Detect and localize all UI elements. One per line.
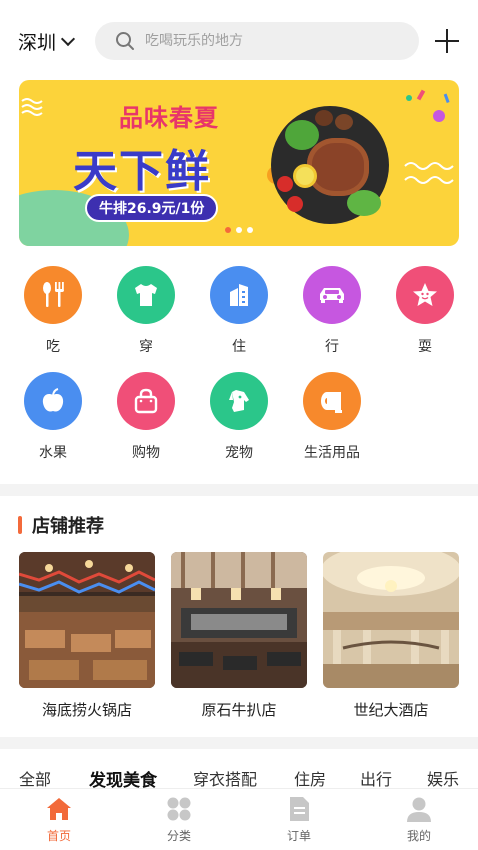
chevron-down-icon: [60, 31, 76, 47]
category-wear[interactable]: 穿: [106, 266, 186, 356]
city-label: 深圳: [18, 32, 57, 54]
tab-housing[interactable]: 住房: [294, 766, 326, 790]
tab-orders[interactable]: 订单: [259, 795, 339, 844]
grid-icon: [165, 795, 193, 823]
tab-fashion[interactable]: 穿衣搭配: [193, 766, 257, 790]
tab-all[interactable]: 全部: [19, 766, 51, 790]
carousel-indicator: [225, 227, 253, 233]
fork-spoon-icon: [24, 266, 82, 324]
filter-tabs: 全部 发现美食 穿衣搭配 住房 出行 娱乐: [0, 762, 478, 791]
section-title: 店铺推荐: [32, 516, 104, 537]
store-photo: [171, 552, 307, 688]
category-label: 行: [325, 339, 339, 355]
tab-label: 我的: [406, 829, 431, 843]
store-card[interactable]: 原石牛扒店: [171, 552, 307, 720]
category-eat[interactable]: 吃: [13, 266, 93, 356]
store-name: 世纪大酒店: [353, 701, 429, 719]
search-input[interactable]: [145, 33, 405, 49]
store-name: 海底捞火锅店: [41, 701, 132, 719]
wave-decoration-icon: [21, 98, 43, 116]
category-shopping[interactable]: 购物: [106, 372, 186, 462]
category-label: 住: [232, 339, 246, 355]
steak-plate-image: [271, 106, 389, 224]
tab-label: 分类: [166, 829, 191, 843]
shopping-bag-icon: [117, 372, 175, 430]
category-label: 购物: [132, 445, 160, 461]
category-label: 生活用品: [304, 445, 360, 461]
store-card[interactable]: 世纪大酒店: [323, 552, 459, 720]
banner-promo-badge: 牛排26.9元/1份: [85, 194, 219, 222]
dog-icon: [210, 372, 268, 430]
carousel-dot[interactable]: [247, 227, 253, 233]
carousel-dot[interactable]: [236, 227, 242, 233]
category-label: 水果: [39, 445, 67, 461]
store-photo: [19, 552, 155, 688]
section-divider: [0, 737, 478, 749]
search-icon: [116, 32, 134, 50]
category-label: 耍: [418, 339, 432, 355]
promo-banner[interactable]: 品味春夏 天下鲜 牛排26.9元/1份: [19, 80, 459, 246]
carousel-dot[interactable]: [225, 227, 231, 233]
city-selector[interactable]: 深圳: [18, 28, 76, 55]
building-icon: [210, 266, 268, 324]
tab-travel[interactable]: 出行: [360, 766, 392, 790]
category-daily-goods[interactable]: 生活用品: [292, 372, 372, 462]
home-icon: [45, 795, 73, 823]
category-fruit[interactable]: 水果: [13, 372, 93, 462]
car-icon: [303, 266, 361, 324]
star-face-icon: [396, 266, 454, 324]
user-icon: [405, 795, 433, 823]
apple-icon: [24, 372, 82, 430]
category-stay[interactable]: 住: [199, 266, 279, 356]
store-name: 原石牛扒店: [201, 701, 277, 719]
category-travel[interactable]: 行: [292, 266, 372, 356]
tab-entertainment[interactable]: 娱乐: [427, 766, 459, 790]
search-bar[interactable]: [95, 22, 419, 60]
banner-subtitle: 品味春夏: [119, 104, 219, 132]
header: 深圳: [0, 0, 478, 80]
tab-label: 订单: [286, 829, 311, 843]
section-divider: [0, 484, 478, 496]
section-accent-bar: [18, 516, 22, 534]
tissue-roll-icon: [303, 372, 361, 430]
tab-category[interactable]: 分类: [139, 795, 219, 844]
add-icon[interactable]: [434, 28, 460, 54]
section-header: 店铺推荐: [18, 512, 104, 538]
tab-label: 首页: [46, 829, 71, 843]
tab-home[interactable]: 首页: [19, 795, 99, 844]
wave-decoration-icon: [404, 162, 454, 184]
banner-title: 天下鲜: [73, 146, 211, 197]
document-icon: [285, 795, 313, 823]
store-photo: [323, 552, 459, 688]
tshirt-icon: [117, 266, 175, 324]
category-pets[interactable]: 宠物: [199, 372, 279, 462]
category-label: 穿: [139, 339, 153, 355]
category-label: 宠物: [225, 445, 253, 461]
category-label: 吃: [46, 339, 60, 355]
tab-profile[interactable]: 我的: [379, 795, 459, 844]
bottom-tab-bar: 首页 分类 订单 我的: [0, 788, 478, 850]
category-play[interactable]: 耍: [385, 266, 465, 356]
store-card[interactable]: 海底捞火锅店: [19, 552, 155, 720]
confetti-decoration-icon: [406, 89, 450, 122]
